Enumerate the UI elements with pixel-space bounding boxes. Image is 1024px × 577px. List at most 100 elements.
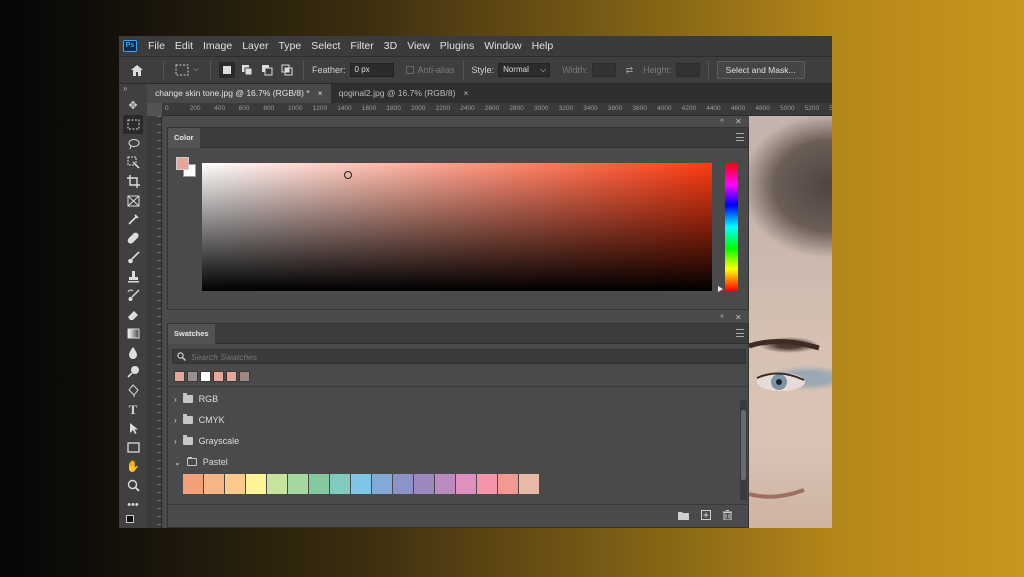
- eraser-tool-icon[interactable]: [123, 305, 143, 324]
- type-tool-icon[interactable]: T: [123, 400, 143, 419]
- swatch[interactable]: [187, 371, 198, 382]
- menu-filter[interactable]: Filter: [345, 36, 378, 56]
- swatch[interactable]: [351, 474, 371, 494]
- color-picker-cursor[interactable]: [344, 171, 352, 179]
- collapse-panel-icon[interactable]: «: [720, 313, 724, 320]
- tab-change-skin-tone[interactable]: change skin tone.jpg @ 16.7% (RGB/8) * ×: [147, 84, 331, 103]
- canvas-area[interactable]: Color « ✕ Swatches Search Swatches › RGB…: [162, 116, 832, 528]
- panel-menu-icon[interactable]: [736, 133, 744, 141]
- swatch-group-grayscale[interactable]: › Grayscale: [174, 432, 239, 450]
- menu-file[interactable]: File: [143, 36, 170, 56]
- swatch[interactable]: [267, 474, 287, 494]
- fg-bg-color-icon[interactable]: [126, 515, 140, 526]
- new-group-icon[interactable]: [678, 511, 689, 523]
- menu-select[interactable]: Select: [306, 36, 345, 56]
- menu-help[interactable]: Help: [527, 36, 559, 56]
- add-selection-icon[interactable]: [239, 64, 255, 76]
- frame-tool-icon[interactable]: [123, 191, 143, 210]
- antialias-checkbox[interactable]: [405, 66, 414, 74]
- brush-tool-icon[interactable]: [123, 248, 143, 267]
- foreground-swatch[interactable]: [176, 157, 189, 170]
- trash-icon[interactable]: [723, 510, 732, 523]
- clone-stamp-tool-icon[interactable]: [123, 267, 143, 286]
- scrollbar[interactable]: [740, 400, 747, 500]
- swatch[interactable]: [225, 474, 245, 494]
- swatch[interactable]: [288, 474, 308, 494]
- dodge-tool-icon[interactable]: [123, 362, 143, 381]
- subtract-selection-icon[interactable]: [259, 64, 275, 76]
- close-icon[interactable]: ×: [463, 84, 468, 103]
- marquee-preset-icon[interactable]: ⌵: [172, 64, 202, 76]
- healing-brush-tool-icon[interactable]: [123, 229, 143, 248]
- zoom-tool-icon[interactable]: [123, 476, 143, 495]
- style-select[interactable]: Normal ⌵: [498, 63, 551, 77]
- color-panel-tab[interactable]: Color: [168, 128, 200, 148]
- swatch[interactable]: [239, 371, 250, 382]
- history-brush-tool-icon[interactable]: [123, 286, 143, 305]
- swatches-panel-tab[interactable]: Swatches: [168, 324, 215, 344]
- swatch[interactable]: [456, 474, 476, 494]
- width-input[interactable]: [591, 63, 616, 77]
- close-panel-icon[interactable]: ✕: [735, 117, 742, 126]
- menu-3d[interactable]: 3D: [379, 36, 402, 56]
- swatch-group-pastel[interactable]: ⌄ Pastel: [174, 453, 228, 471]
- height-input[interactable]: [675, 63, 700, 77]
- color-picker-field[interactable]: [202, 163, 712, 291]
- object-selection-tool-icon[interactable]: [123, 153, 143, 172]
- intersect-selection-icon[interactable]: [279, 64, 295, 76]
- collapse-icon[interactable]: »: [119, 84, 147, 96]
- menu-view[interactable]: View: [402, 36, 435, 56]
- swatch[interactable]: [309, 474, 329, 494]
- new-selection-icon[interactable]: [219, 62, 235, 78]
- tab-qoginal2[interactable]: qoginal2.jpg @ 16.7% (RGB/8) ×: [331, 84, 477, 103]
- move-tool-icon[interactable]: ✥: [123, 96, 143, 115]
- hand-tool-icon[interactable]: ✋: [123, 457, 143, 476]
- menu-layer[interactable]: Layer: [237, 36, 273, 56]
- menu-image[interactable]: Image: [198, 36, 237, 56]
- swatch-group-rgb[interactable]: › RGB: [174, 390, 218, 408]
- more-tools-icon[interactable]: •••: [123, 495, 143, 514]
- home-icon[interactable]: [119, 64, 155, 77]
- search-input[interactable]: Search Swatches: [191, 352, 257, 362]
- crop-tool-icon[interactable]: [123, 172, 143, 191]
- panel-menu-icon[interactable]: [736, 329, 744, 337]
- blur-tool-icon[interactable]: [123, 343, 143, 362]
- eyedropper-tool-icon[interactable]: [123, 210, 143, 229]
- scrollbar-thumb[interactable]: [741, 410, 746, 480]
- collapse-panel-icon[interactable]: «: [720, 117, 724, 124]
- menu-type[interactable]: Type: [273, 36, 306, 56]
- swatch[interactable]: [226, 371, 237, 382]
- swatch[interactable]: [477, 474, 497, 494]
- close-icon[interactable]: ×: [318, 84, 323, 103]
- swatch[interactable]: [372, 474, 392, 494]
- new-swatch-icon[interactable]: [701, 510, 711, 523]
- hue-slider-handle[interactable]: [718, 286, 723, 292]
- swatch[interactable]: [414, 474, 434, 494]
- swatch-search[interactable]: Search Swatches: [172, 349, 746, 364]
- swatch-group-cmyk[interactable]: › CMYK: [174, 411, 225, 429]
- path-selection-tool-icon[interactable]: [123, 419, 143, 438]
- close-panel-icon[interactable]: ✕: [735, 313, 742, 322]
- marquee-tool-icon[interactable]: [123, 115, 143, 134]
- select-and-mask-button[interactable]: Select and Mask...: [716, 61, 805, 79]
- lasso-tool-icon[interactable]: [123, 134, 143, 153]
- hue-slider[interactable]: [725, 163, 738, 291]
- feather-input[interactable]: 0 px: [349, 63, 394, 77]
- swatch[interactable]: [330, 474, 350, 494]
- swatch[interactable]: [213, 371, 224, 382]
- menu-window[interactable]: Window: [479, 36, 526, 56]
- swap-icon[interactable]: ⇄: [626, 65, 634, 76]
- swatch[interactable]: [246, 474, 266, 494]
- swatch[interactable]: [204, 474, 224, 494]
- menu-edit[interactable]: Edit: [170, 36, 198, 56]
- swatch[interactable]: [183, 474, 203, 494]
- swatch[interactable]: [174, 371, 185, 382]
- gradient-tool-icon[interactable]: [123, 324, 143, 343]
- menu-plugins[interactable]: Plugins: [435, 36, 479, 56]
- swatch[interactable]: [519, 474, 539, 494]
- swatch[interactable]: [435, 474, 455, 494]
- swatch[interactable]: [393, 474, 413, 494]
- swatch[interactable]: [200, 371, 211, 382]
- rectangle-tool-icon[interactable]: [123, 438, 143, 457]
- swatch[interactable]: [498, 474, 518, 494]
